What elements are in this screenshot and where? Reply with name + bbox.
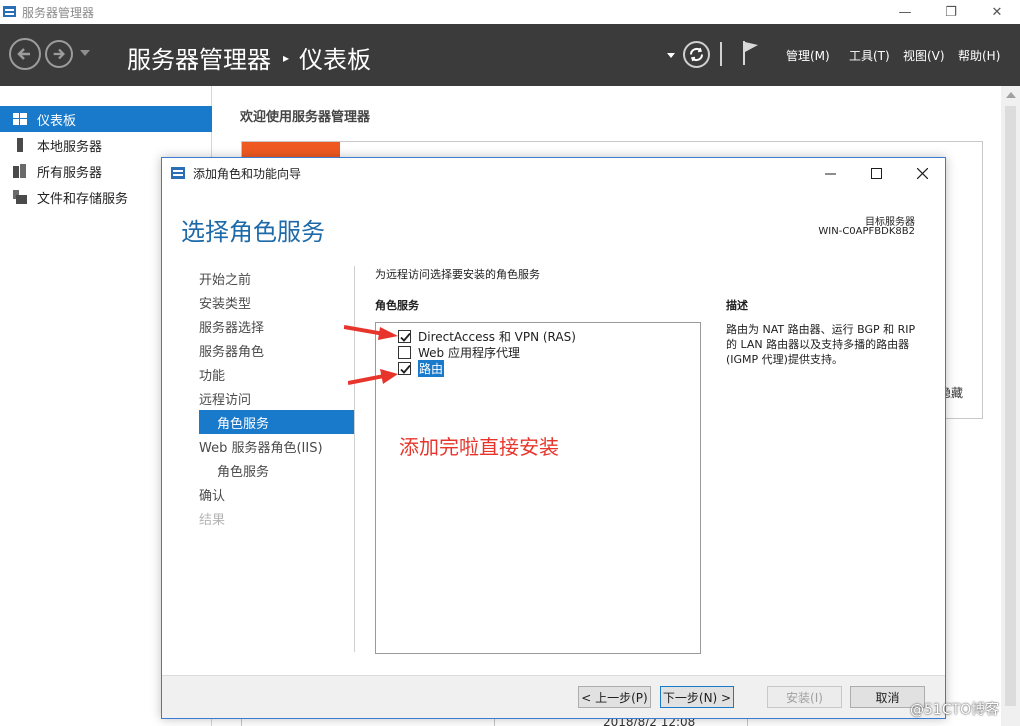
back-button[interactable] (9, 38, 41, 70)
header-bar: 服务器管理器 ▸ 仪表板 管理(M) 工具(T) 视图(V) 帮助(H) (0, 24, 1020, 86)
step-server-selection[interactable]: 服务器选择 (199, 314, 354, 338)
step-installation-type[interactable]: 安装类型 (199, 290, 354, 314)
annotation-text: 添加完啦直接安装 (399, 435, 559, 459)
menu-manage[interactable]: 管理(M) (786, 47, 830, 64)
sidebar-item-label: 所有服务器 (37, 165, 103, 181)
annotation-arrow-icon (344, 325, 398, 340)
dialog-titlebar: 添加角色和功能向导 (162, 158, 945, 188)
previous-button[interactable]: < 上一步(P) (578, 686, 651, 708)
dialog-title: 添加角色和功能向导 (193, 166, 302, 181)
checkmark-icon (400, 364, 411, 374)
install-button[interactable]: 安装(I) (767, 686, 842, 708)
refresh-button[interactable] (683, 41, 710, 68)
forward-button[interactable] (45, 40, 73, 68)
vertical-scrollbar[interactable] (1001, 86, 1020, 726)
servers-icon (13, 164, 26, 178)
sidebar-item-local-server[interactable]: 本地服务器 (0, 132, 212, 158)
sidebar-item-dashboard[interactable]: 仪表板 (0, 106, 212, 132)
server-manager-icon (3, 6, 16, 17)
scroll-up-icon[interactable] (1006, 92, 1016, 98)
minimize-icon (824, 173, 836, 174)
restore-button[interactable]: ❐ (930, 0, 972, 24)
dialog-footer: < 上一步(P) 下一步(N) > 安装(I) 取消 (162, 675, 945, 718)
minimize-button[interactable]: — (884, 0, 926, 24)
sidebar-item-label: 本地服务器 (37, 139, 103, 155)
welcome-heading: 欢迎使用服务器管理器 (240, 110, 371, 125)
storage-icon (13, 190, 27, 204)
menu-help[interactable]: 帮助(H) (958, 47, 1000, 64)
breadcrumb-separator-icon: ▸ (283, 50, 290, 65)
sidebar-item-label: 文件和存储服务 (37, 191, 129, 207)
role-services-list[interactable]: DirectAccess 和 VPN (RAS) Web 应用程序代理 路由 (375, 322, 701, 654)
breadcrumb-root[interactable]: 服务器管理器 (127, 40, 271, 75)
list-item[interactable]: DirectAccess 和 VPN (RAS) (398, 328, 576, 344)
wizard-icon (171, 167, 185, 179)
history-dropdown-icon[interactable] (80, 50, 90, 56)
list-item[interactable]: 路由 (398, 359, 445, 377)
add-roles-wizard-dialog: 添加角色和功能向导 选择角色服务 目标服务器 WIN-C0APFBDK8B2 开… (161, 157, 946, 719)
role-label[interactable]: 路由 (418, 359, 445, 377)
notification-flag-icon[interactable] (742, 40, 760, 66)
role-services-heading: 角色服务 (375, 299, 419, 312)
description-text: 路由为 NAT 路由器、运行 BGP 和 RIP 的 LAN 路由器以及支持多播… (726, 323, 916, 366)
scroll-thumb[interactable] (1005, 106, 1016, 706)
step-server-roles[interactable]: 服务器角色 (199, 338, 354, 362)
menu-view[interactable]: 视图(V) (903, 47, 945, 64)
dashboard-icon (13, 113, 27, 125)
window-titlebar: 服务器管理器 — ❐ ✕ (0, 0, 1020, 24)
breadcrumb: 服务器管理器 ▸ 仪表板 (127, 40, 371, 75)
dialog-maximize-button[interactable] (853, 158, 899, 188)
web-application-proxy-checkbox[interactable] (398, 345, 411, 359)
step-features[interactable]: 功能 (199, 362, 354, 386)
header-divider (720, 42, 722, 66)
step-role-services-active[interactable]: 角色服务 (199, 410, 354, 434)
window-title: 服务器管理器 (22, 5, 95, 20)
menu-tools[interactable]: 工具(T) (849, 47, 890, 64)
refresh-icon (689, 47, 704, 62)
close-icon (916, 167, 928, 179)
step-web-server-role[interactable]: Web 服务器角色(IIS) (199, 434, 354, 458)
description-heading: 描述 (726, 299, 748, 312)
server-icon (17, 138, 23, 152)
annotation-arrow-icon (348, 369, 398, 385)
watermark: @51CTO博客 (910, 702, 1000, 718)
step-iis-role-services[interactable]: 角色服务 (217, 458, 354, 482)
target-server-value: WIN-C0APFBDK8B2 (818, 226, 915, 237)
instruction-text: 为远程访问选择要安装的角色服务 (375, 268, 540, 281)
next-button[interactable]: 下一步(N) > (660, 686, 734, 708)
arrow-left-icon (17, 48, 30, 60)
step-results: 结果 (199, 512, 226, 528)
maximize-icon (870, 167, 882, 179)
step-remote-access[interactable]: 远程访问 (199, 386, 354, 410)
breadcrumb-page: 仪表板 (299, 46, 372, 74)
sidebar-item-label: 仪表板 (37, 113, 77, 129)
close-button[interactable]: ✕ (976, 0, 1018, 24)
checkmark-icon (400, 332, 411, 342)
role-label[interactable]: Web 应用程序代理 (418, 344, 520, 361)
step-confirmation[interactable]: 确认 (199, 482, 354, 506)
arrow-right-icon (53, 48, 66, 60)
role-label[interactable]: DirectAccess 和 VPN (RAS) (418, 328, 576, 345)
chevron-down-icon[interactable] (667, 53, 675, 58)
dialog-minimize-button[interactable] (807, 158, 853, 188)
step-before-you-begin[interactable]: 开始之前 (199, 266, 354, 290)
list-item[interactable]: Web 应用程序代理 (398, 344, 520, 360)
page-title: 选择角色服务 (181, 218, 325, 246)
dialog-close-button[interactable] (899, 158, 945, 188)
